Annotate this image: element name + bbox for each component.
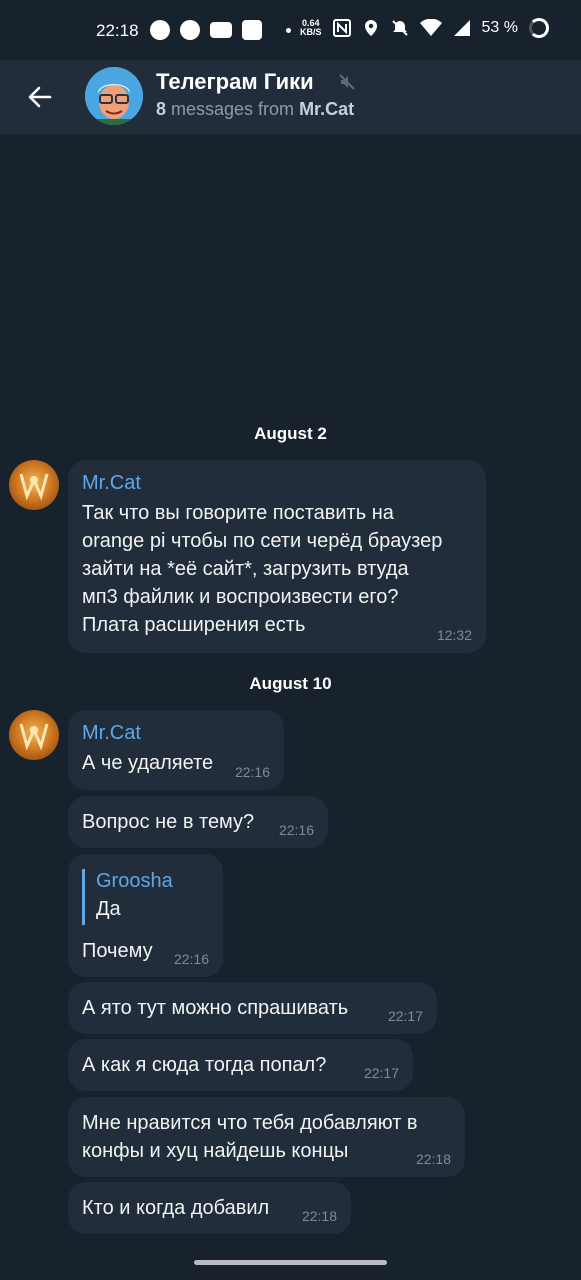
message-time: 22:18 — [301, 1208, 337, 1224]
group-avatar-image — [85, 67, 143, 125]
telegram-icon — [180, 20, 200, 40]
reply-text: Да — [96, 898, 121, 920]
subtitle-text: messages from — [166, 99, 300, 119]
reply-sender: Groosha — [96, 870, 173, 892]
message-text: А как я сюда тогда попал? — [82, 1054, 327, 1076]
status-time: 22:18 — [96, 21, 139, 40]
message-text: Так что вы говорите поставить на orange … — [82, 502, 443, 636]
battery-icon — [529, 18, 549, 38]
chat-header: Телеграм Гики 8 messages from Mr.Cat — [0, 60, 581, 134]
more-notifications-icon — [286, 27, 291, 33]
chat-subtitle: 8 messages from Mr.Cat — [156, 99, 354, 120]
battery-percent: 53 % — [481, 19, 518, 36]
message-time: 22:17 — [387, 1008, 423, 1024]
date-separator: August 2 — [254, 424, 327, 443]
message-time: 22:16 — [173, 951, 209, 967]
chat-title: Телеграм Гики — [156, 69, 314, 94]
network-speed: 0.64 KB/S — [300, 19, 322, 37]
sender-avatar[interactable] — [9, 460, 59, 510]
gesture-nav-bar[interactable] — [194, 1260, 387, 1265]
message-time: 22:17 — [363, 1065, 399, 1081]
message-bubble[interactable]: Кто и когда добавил 22:18 — [68, 1182, 351, 1234]
message-bubble[interactable]: Мне нравится что тебя добавляют в конфы … — [68, 1097, 465, 1177]
message-bubble[interactable]: Mr.Cat Так что вы говорите поставить на … — [68, 460, 486, 653]
mute-bell-icon — [391, 20, 408, 36]
network-speed-unit: KB/S — [300, 27, 322, 37]
status-bar: 22:18 0.64 KB/S 53 % — [0, 0, 581, 60]
message-bubble[interactable]: Groosha Да Почему 22:16 — [68, 854, 223, 977]
system-icons: 0.64 KB/S 53 % — [300, 18, 549, 38]
signal-icon — [453, 20, 470, 36]
message-text: А ято тут можно спрашивать — [82, 997, 349, 1019]
message-text: Кто и когда добавил — [82, 1197, 270, 1219]
message-time: 22:16 — [234, 764, 270, 780]
message-text: Мне нравится что тебя добавляют в конфы … — [82, 1112, 418, 1162]
message-time: 12:32 — [436, 627, 472, 643]
location-icon — [364, 20, 377, 36]
message-bubble[interactable]: Mr.Cat А че удаляете 22:16 — [68, 710, 284, 790]
notification-icons — [150, 20, 291, 40]
spotify-icon — [150, 20, 170, 40]
subtitle-sender: Mr.Cat — [299, 99, 355, 119]
message-count: 8 — [156, 99, 167, 119]
message-bubble[interactable]: Вопрос не в тему? 22:16 — [68, 796, 328, 848]
group-avatar[interactable] — [85, 67, 143, 125]
message-bubble[interactable]: А как я сюда тогда попал? 22:17 — [68, 1039, 413, 1091]
message-sender[interactable]: Mr.Cat — [82, 472, 472, 495]
message-time: 22:18 — [415, 1151, 451, 1167]
date-separator: August 10 — [249, 674, 332, 693]
nfc-icon — [332, 19, 351, 37]
message-sender[interactable]: Mr.Cat — [82, 722, 270, 745]
sender-avatar[interactable] — [9, 710, 59, 760]
reply-quote[interactable]: Groosha Да — [82, 869, 209, 925]
wifi-icon — [419, 19, 442, 36]
instagram-icon — [242, 20, 262, 40]
muted-speaker-icon — [339, 74, 355, 90]
message-time: 22:16 — [278, 822, 314, 838]
sender-avatar-image — [19, 723, 49, 751]
youtube-icon — [210, 22, 232, 38]
message-bubble[interactable]: А ято тут можно спрашивать 22:17 — [68, 982, 437, 1034]
back-arrow-icon[interactable] — [24, 81, 56, 113]
sender-avatar-image — [19, 473, 49, 501]
